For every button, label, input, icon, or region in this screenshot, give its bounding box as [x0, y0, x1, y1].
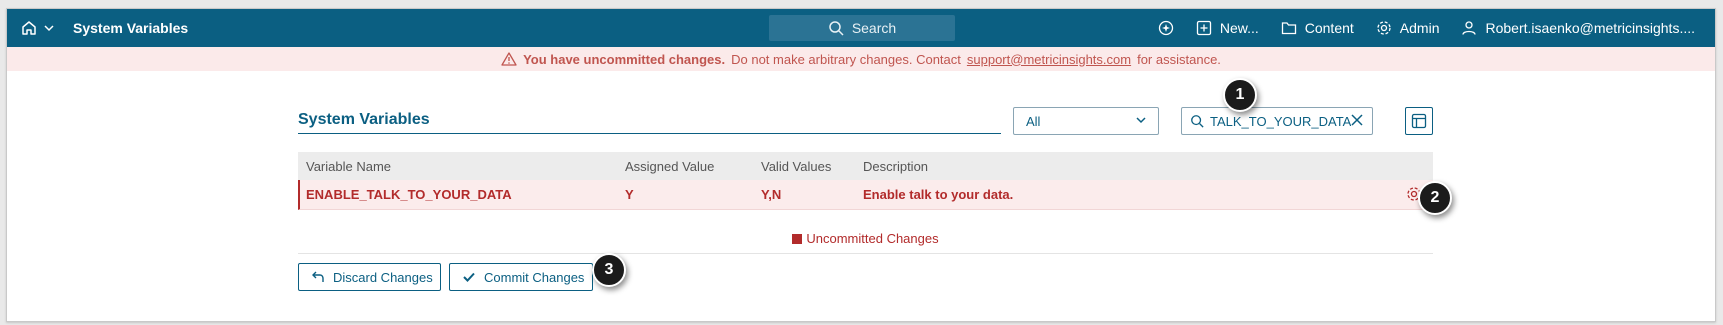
chevron-down-icon	[44, 25, 54, 32]
search-icon	[1191, 115, 1204, 128]
column-header-description[interactable]: Description	[863, 159, 928, 174]
search-label: Search	[851, 20, 897, 36]
admin-menu[interactable]: Admin	[1376, 20, 1440, 36]
home-menu[interactable]	[21, 18, 61, 38]
discard-changes-button[interactable]: Discard Changes	[298, 263, 441, 291]
content-menu-label: Content	[1304, 20, 1354, 36]
table-row[interactable]: ENABLE_TALK_TO_YOUR_DATA Y Y,N Enable ta…	[298, 180, 1433, 210]
category-filter-select[interactable]: All	[1013, 107, 1159, 135]
table-header: Variable Name Assigned Value Valid Value…	[298, 152, 1433, 180]
new-menu[interactable]: New...	[1196, 20, 1259, 36]
plus-square-icon	[1196, 20, 1211, 36]
user-icon	[1462, 21, 1477, 35]
uncommitted-changes-banner: You have uncommitted changes. Do not mak…	[7, 47, 1715, 71]
ai-assistant-icon[interactable]	[1158, 20, 1174, 36]
chevron-down-icon	[1136, 117, 1146, 124]
category-filter-value: All	[1026, 114, 1041, 129]
checkmark-icon	[463, 272, 475, 282]
undo-icon	[312, 271, 324, 282]
column-settings-button[interactable]	[1405, 107, 1433, 135]
commit-changes-button[interactable]: Commit Changes	[449, 263, 593, 291]
gear-icon	[1377, 21, 1391, 35]
user-menu[interactable]: Robert.isaenko@metricinsights....	[1461, 20, 1695, 36]
legend-divider	[298, 253, 1433, 254]
legend-swatch	[792, 234, 803, 244]
cell-assigned-value: Y	[625, 187, 634, 202]
user-name: Robert.isaenko@metricinsights....	[1485, 20, 1695, 36]
page-title: System Variables	[298, 111, 430, 128]
column-header-variable-name[interactable]: Variable Name	[306, 159, 391, 174]
table-layout-icon	[1411, 113, 1427, 129]
clear-search-icon[interactable]	[1350, 113, 1364, 127]
nav-actions: New... Content Admin Robert.isaenko@metr…	[1158, 9, 1695, 47]
banner-text: Do not make arbitrary changes. Contact	[731, 51, 961, 67]
cell-valid-values: Y,N	[761, 187, 782, 202]
column-header-valid-values[interactable]: Valid Values	[761, 159, 831, 174]
callout-badge-3: 3	[592, 253, 626, 287]
new-menu-label: New...	[1219, 20, 1259, 36]
callout-badge-2: 2	[1418, 181, 1452, 215]
banner-strong-text: You have uncommitted changes.	[523, 51, 726, 67]
app-title: System Variables	[73, 20, 189, 36]
support-email-link[interactable]: support@metricinsights.com	[967, 52, 1131, 67]
banner-text-after: for assistance.	[1137, 51, 1221, 67]
cell-variable-name: ENABLE_TALK_TO_YOUR_DATA	[306, 187, 512, 202]
title-divider	[298, 133, 1001, 134]
legend-label: Uncommitted Changes	[806, 231, 939, 246]
callout-badge-1: 1	[1223, 78, 1257, 112]
cell-description: Enable talk to your data.	[863, 187, 1014, 202]
global-search[interactable]: Search	[769, 15, 955, 41]
app-window: System Variables Search New... Content A…	[6, 8, 1716, 322]
top-navigation-bar: System Variables Search New... Content A…	[7, 9, 1715, 47]
content-menu[interactable]: Content	[1281, 20, 1354, 36]
discard-changes-label: Discard Changes	[333, 269, 433, 285]
search-icon	[829, 21, 844, 36]
folder-icon	[1281, 22, 1296, 35]
home-icon	[22, 21, 36, 35]
warning-icon	[501, 52, 517, 66]
variable-search-input[interactable]: TALK_TO_YOUR_DATA	[1181, 107, 1373, 135]
uncommitted-legend: Uncommitted Changes	[298, 231, 1433, 246]
admin-menu-label: Admin	[1399, 20, 1440, 36]
column-header-assigned-value[interactable]: Assigned Value	[625, 159, 714, 174]
search-query: TALK_TO_YOUR_DATA	[1210, 113, 1352, 129]
commit-changes-label: Commit Changes	[484, 269, 585, 285]
